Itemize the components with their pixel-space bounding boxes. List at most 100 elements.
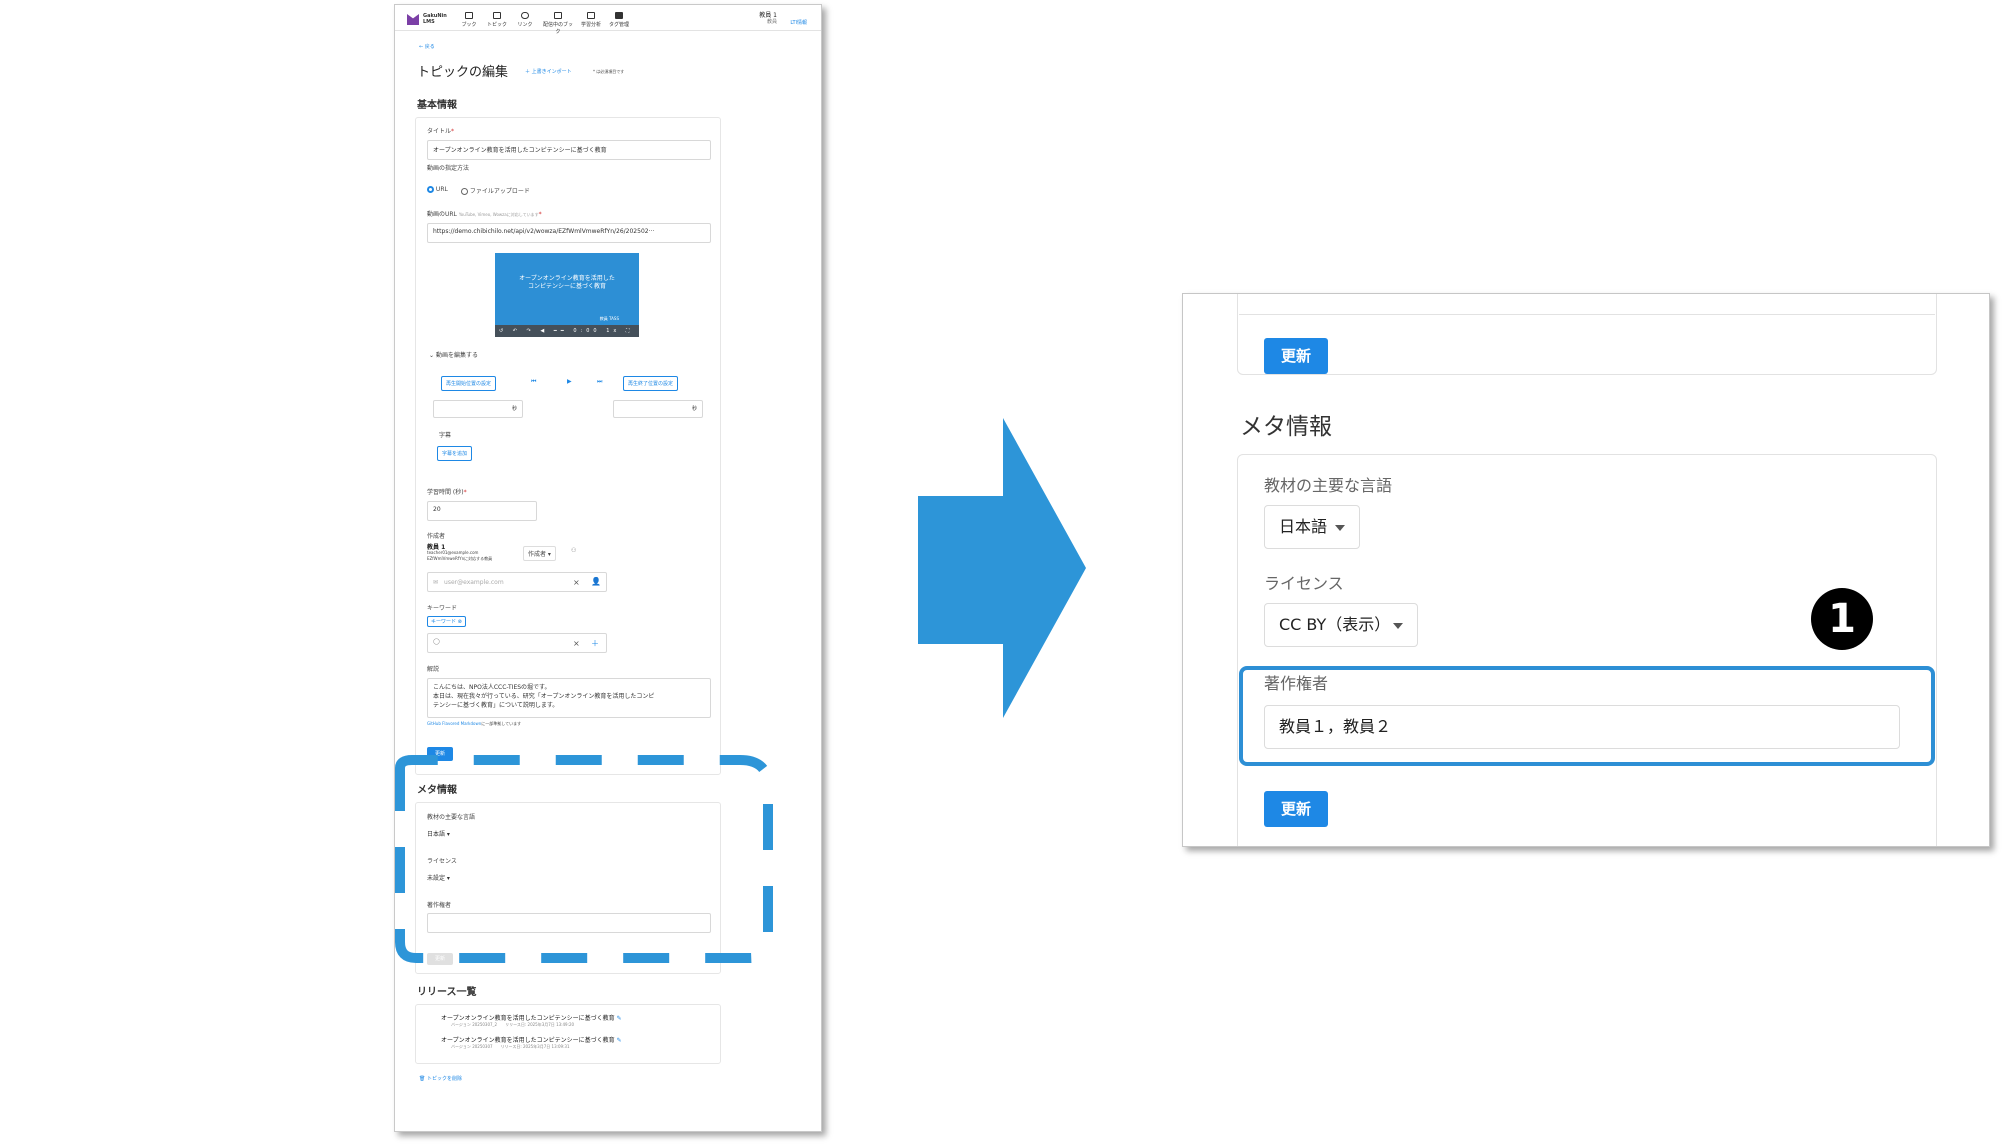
desc-line1: こんにちは、NPO法人CCC-TIESの堀です。 [433,684,551,691]
release-item-2[interactable]: オープンオンライン教育を活用したコンピテンシーに基づく教育 ✎ [441,1035,622,1044]
keyword-add-icon[interactable]: ＋ [591,638,599,649]
markdown-link[interactable]: GitHub Flavored Markdown [427,721,481,726]
license-label: ライセンス [427,858,457,865]
language-value: 日本語 [427,831,446,838]
import-link[interactable]: ＋ 上書きインポート [525,68,572,75]
set-start-button[interactable]: 再生開始位置の設定 [441,376,497,391]
back-link[interactable]: ← 戻る [419,43,435,50]
duration-label: 学習時間 (秒)* [427,489,467,496]
link-icon [521,12,529,19]
language-label: 教材の主要な言語 [427,814,476,821]
edit-video-toggle[interactable]: ⌄ 動画を編集する [429,350,478,359]
meta-update-button[interactable]: 更新 [427,953,453,965]
zoom-basic-update-button[interactable]: 更新 [1264,338,1328,374]
language-select[interactable]: 日本語 ▾ [427,829,450,838]
skip-end-icon[interactable]: ⏭ [597,378,602,386]
zoom-language-value: 日本語 [1279,517,1328,536]
end-seconds-input[interactable]: 秒 [613,400,703,418]
nav-delivered[interactable]: 配信中のブック [541,12,575,35]
desc-line3: テンシーに基づく教育」について説明します。 [433,702,559,709]
title-input[interactable]: オープンオンライン教育を活用したコンピテンシーに基づく教育 [427,140,711,160]
zoom-license-value: CC BY（表示） [1279,615,1391,634]
step-number-badge: 1 [1811,588,1873,650]
radio-unchecked-icon [461,188,468,195]
nav-link-label: リンク [517,22,533,28]
edit-pencil-icon[interactable]: ✎ [617,1015,622,1022]
add-user-icon[interactable]: 👤 [591,577,601,586]
video-url-hint: YouTube, Vimeo, Wowzaに対応しています [458,212,539,217]
page-title: トピックの編集 [417,65,509,80]
delete-topic-label: トピックを削除 [426,1076,462,1082]
author-role-select[interactable]: 作成者 ▾ [523,546,556,561]
keyword-chip[interactable]: キーワード ⊗ [427,616,466,627]
license-value: 未設定 [427,875,446,882]
radio-upload-label: ファイルアップロード [469,188,530,195]
nav-link[interactable]: リンク [511,12,539,28]
zoom-meta-heading: メタ情報 [1240,414,1332,440]
markdown-note: GitHub Flavored Markdownに一部準拠しています [427,721,521,727]
nav-topic-label: トピック [486,22,507,28]
start-seconds-input[interactable]: 秒 [433,400,523,418]
nav-analytics[interactable]: 学習分析 [577,12,605,28]
rights-label: 著作権者 [427,902,452,909]
logo-icon [407,14,419,25]
meta-info-zoom: 更新 メタ情報 教材の主要な言語 日本語 ライセンス CC BY（表示） 著作権… [1182,293,1990,847]
zoom-language-select[interactable]: 日本語 [1264,505,1360,549]
keyword-label: キーワード [427,605,458,612]
author-email-input[interactable]: ✉ user@example.com [427,572,607,592]
user-menu[interactable]: 教員 1 教員 [759,12,777,26]
release-2-title: オープンオンライン教育を活用したコンピテンシーに基づく教育 [441,1037,615,1044]
nav-delivered-label: 配信中のブック [542,22,573,35]
edit-video-label: 動画を編集する [435,352,478,359]
video-speaker: 教員 TASS [599,316,619,321]
rights-input[interactable] [427,913,711,933]
duration-input[interactable]: 20 [427,501,537,521]
radio-url[interactable]: URL [427,186,448,193]
tag-icon [615,12,623,19]
topic-edit-screenshot: GakuNin LMS ブック トピック リンク 配信中のブック 学習分析 タグ管… [394,4,822,1132]
subtitle-label: 字幕 [439,432,452,439]
skip-start-icon[interactable]: ⏮ [531,378,536,386]
zoom-license-select[interactable]: CC BY（表示） [1264,603,1418,647]
keyword-input[interactable]: ◯ [427,633,607,653]
lti-info-link[interactable]: LTI情報 [790,19,807,26]
license-select[interactable]: 未設定 ▾ [427,873,450,882]
user-name: 教員 1 [759,12,777,19]
meta-info-heading: メタ情報 [417,785,457,796]
release-1-title: オープンオンライン教育を活用したコンピテンシーに基づく教育 [441,1015,615,1022]
video-url-input[interactable]: https://demo.chibichilo.net/api/v2/wowza… [427,223,711,243]
author-label: 作成者 [427,533,446,540]
nav-tags[interactable]: タグ管理 [605,12,633,28]
chart-icon [587,12,595,19]
release-item-1[interactable]: オープンオンライン教育を活用したコンピテンシーに基づく教育 ✎ [441,1013,622,1022]
radio-checked-icon [427,186,434,193]
app-logo[interactable]: GakuNin LMS [423,13,447,25]
basic-update-button[interactable]: 更新 [427,747,453,761]
set-end-button[interactable]: 再生終了位置の設定 [623,376,679,391]
rights-highlight-box [1239,666,1935,766]
meta-info-card [415,802,721,974]
play-icon[interactable]: ▶ [567,378,572,385]
desc-line2: 本日は、現在我々が行っている、研究「オープンオンライン教育を活用したコンピ [433,693,655,700]
basic-info-heading: 基本情報 [417,100,457,111]
video-preview[interactable]: オープンオンライン教育を活用した コンピテンシーに基づく教育 教員 TASS ↺ … [495,253,639,337]
keyword-clear-icon[interactable]: × [573,639,580,648]
chevron-down-icon [1335,525,1345,531]
description-textarea[interactable]: こんにちは、NPO法人CCC-TIESの堀です。本日は、現在我々が行っている、研… [427,678,711,718]
author-email-placeholder: user@example.com [444,579,504,586]
add-subtitle-button[interactable]: 字幕を追加 [437,446,473,461]
video-controls[interactable]: ↺ ↶ ↷ ◀ ━━ 0:00 1x ⛶ [495,325,639,337]
zoom-meta-update-button[interactable]: 更新 [1264,791,1328,827]
video-url-label-text: 動画のURL [427,211,457,218]
nav-topic[interactable]: トピック [483,12,511,28]
radio-upload[interactable]: ファイルアップロード [461,186,530,195]
remove-author-icon[interactable]: ⚇ [571,547,576,554]
delete-topic-link[interactable]: 🗑 トピックを削除 [419,1075,462,1082]
nav-book[interactable]: ブック [455,12,483,28]
book-icon [465,12,473,19]
edit-pencil-icon[interactable]: ✎ [617,1037,622,1044]
zoom-divider [1239,314,1935,315]
topic-icon [493,12,501,19]
nav-analytics-label: 学習分析 [580,22,601,28]
clear-icon[interactable]: × [573,578,580,587]
